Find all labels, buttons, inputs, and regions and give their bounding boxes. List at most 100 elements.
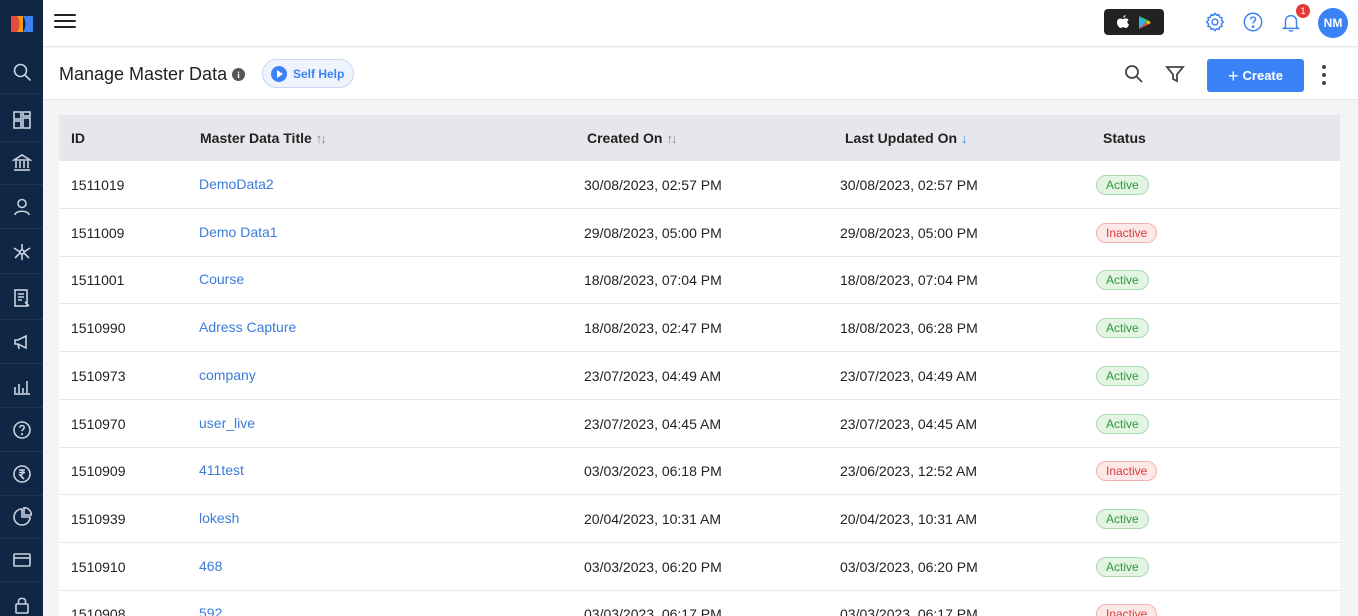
- cell-created-on: 29/08/2023, 05:00 PM: [584, 224, 722, 241]
- lock-icon: [14, 597, 29, 614]
- document-list-icon: [13, 288, 30, 307]
- cell-last-updated-on: 03/03/2023, 06:17 PM: [840, 606, 978, 616]
- filter-icon[interactable]: [1165, 64, 1185, 84]
- sidebar-item-bank[interactable]: [0, 141, 43, 185]
- cell-id: 1510970: [71, 415, 126, 432]
- table-row[interactable]: 1511001 Course 18/08/2023, 07:04 PM 18/08/2…: [59, 256, 1340, 305]
- status-badge: Active: [1096, 365, 1149, 386]
- cell-last-updated-on: 03/03/2023, 06:20 PM: [840, 558, 978, 575]
- info-icon[interactable]: i: [232, 68, 245, 81]
- cell-title-link[interactable]: user_live: [199, 415, 255, 431]
- status-badge: Inactive: [1096, 604, 1158, 616]
- column-header-updated[interactable]: Last Updated On ↓: [845, 130, 968, 146]
- cell-title-link[interactable]: 468: [199, 558, 222, 574]
- sidebar-item-document-list[interactable]: [0, 276, 43, 320]
- analytics-icon: [13, 380, 30, 395]
- sidebar-item-megaphone[interactable]: [0, 320, 43, 364]
- cell-id: 1510910: [71, 558, 126, 575]
- cell-id: 1510908: [71, 606, 126, 616]
- status-badge: Inactive: [1096, 222, 1158, 243]
- cell-title-link[interactable]: lokesh: [199, 510, 239, 526]
- sidebar-item-lock[interactable]: [0, 583, 43, 616]
- cell-last-updated-on: 29/08/2023, 05:00 PM: [840, 224, 978, 241]
- play-icon: [271, 65, 287, 82]
- user-icon: [13, 198, 30, 215]
- sidebar-item-user[interactable]: [0, 185, 43, 229]
- sidebar-item-card[interactable]: [0, 538, 43, 582]
- user-avatar[interactable]: NM: [1318, 8, 1348, 38]
- cell-id: 1510939: [71, 510, 126, 527]
- cell-title-link[interactable]: Demo Data1: [199, 224, 278, 240]
- sort-icon[interactable]: ↑↓: [316, 131, 327, 146]
- sidebar-item-dashboard[interactable]: [0, 98, 43, 142]
- megaphone-icon: [13, 334, 27, 349]
- card-icon: [12, 552, 31, 567]
- master-data-table: ID Master Data Title ↑↓ Created On ↑↓ La…: [59, 115, 1340, 616]
- status-badge: Active: [1096, 318, 1149, 339]
- column-header-id: ID: [71, 130, 85, 146]
- sidebar-item-search[interactable]: [0, 50, 43, 94]
- cell-title-link[interactable]: company: [199, 367, 256, 383]
- sidebar-item-network[interactable]: [0, 230, 43, 274]
- cell-created-on: 20/04/2023, 10:31 AM: [584, 510, 721, 527]
- table-row[interactable]: 1510910 468 03/03/2023, 06:20 PM 03/03/2023…: [59, 543, 1340, 591]
- page-title: Manage Master Data: [59, 64, 228, 84]
- cell-title-link[interactable]: 411test: [199, 462, 244, 478]
- cell-id: 1510990: [71, 320, 126, 337]
- cell-title-link[interactable]: Adress Capture: [199, 319, 296, 335]
- sort-descending-icon[interactable]: ↓: [961, 131, 968, 146]
- status-badge: Inactive: [1096, 461, 1158, 482]
- status-badge: Active: [1096, 556, 1149, 577]
- sidebar: [0, 0, 43, 616]
- status-badge: Active: [1096, 413, 1149, 434]
- table-header: ID Master Data Title ↑↓ Created On ↑↓ La…: [59, 115, 1340, 161]
- cell-title-link[interactable]: 592: [199, 605, 222, 616]
- column-header-status: Status: [1103, 130, 1146, 146]
- cell-last-updated-on: 30/08/2023, 02:57 PM: [840, 177, 978, 193]
- sidebar-item-help[interactable]: [0, 408, 43, 452]
- column-header-created[interactable]: Created On ↑↓: [587, 130, 677, 146]
- help-circle-icon[interactable]: [1242, 11, 1264, 33]
- table-row[interactable]: 1511019 DemoData2 30/08/2023, 02:57 PM 30/0…: [59, 161, 1340, 209]
- app-logo[interactable]: [0, 0, 43, 47]
- self-help-button[interactable]: Self Help: [262, 59, 354, 88]
- status-badge: Active: [1096, 508, 1149, 529]
- cell-created-on: 03/03/2023, 06:18 PM: [584, 463, 722, 480]
- settings-gear-icon[interactable]: [1204, 11, 1226, 33]
- more-options-icon[interactable]: [1321, 65, 1327, 85]
- status-badge: Active: [1096, 270, 1149, 291]
- table-row[interactable]: 1510973 company 23/07/2023, 04:49 AM 23/07/…: [59, 352, 1340, 400]
- cell-created-on: 18/08/2023, 07:04 PM: [584, 272, 722, 289]
- help-icon: [12, 420, 31, 439]
- search-icon[interactable]: [1124, 64, 1144, 84]
- column-header-created-label: Created On: [587, 130, 663, 146]
- table-row[interactable]: 1511009 Demo Data1 29/08/2023, 05:00 PM 29/…: [59, 209, 1340, 257]
- table-row[interactable]: 1510970 user_live 23/07/2023, 04:45 AM 23/0…: [59, 400, 1340, 448]
- sidebar-item-rupee[interactable]: [0, 452, 43, 496]
- sort-icon[interactable]: ↑↓: [666, 131, 677, 146]
- menu-toggle-icon[interactable]: [54, 14, 76, 32]
- cell-id: 1510973: [71, 367, 126, 384]
- cell-title-link[interactable]: Course: [199, 271, 244, 287]
- create-button[interactable]: + Create: [1207, 59, 1304, 92]
- column-header-title[interactable]: Master Data Title ↑↓: [200, 130, 327, 146]
- sidebar-item-analytics[interactable]: [0, 364, 43, 408]
- table-row[interactable]: 1510990 Adress Capture 18/08/2023, 02:47 P…: [59, 304, 1340, 353]
- app-store-button[interactable]: [1104, 9, 1164, 35]
- page-header: Manage Master Data i Self Help + Create: [43, 48, 1358, 100]
- plus-icon: +: [1228, 65, 1239, 86]
- status-badge: Active: [1096, 175, 1149, 195]
- self-help-label: Self Help: [293, 66, 345, 81]
- cell-created-on: 23/07/2023, 04:49 AM: [584, 367, 721, 384]
- table-row[interactable]: 1510939 lokesh 20/04/2023, 10:31 AM 20/04/2…: [59, 495, 1340, 543]
- column-header-title-label: Master Data Title: [200, 130, 312, 146]
- cell-title-link[interactable]: DemoData2: [199, 176, 274, 192]
- cell-id: 1511019: [71, 177, 125, 193]
- table-row[interactable]: 1510909 411test 03/03/2023, 06:18 PM 23/06/…: [59, 447, 1340, 496]
- table-row[interactable]: 1510908 592 03/03/2023, 06:17 PM 03/03/2023…: [59, 590, 1340, 616]
- cell-created-on: 23/07/2023, 04:45 AM: [584, 415, 721, 432]
- sidebar-item-pie-chart[interactable]: [0, 495, 43, 539]
- dashboard-icon: [12, 110, 31, 129]
- top-bar: 1 NM: [43, 0, 1358, 47]
- network-icon: [13, 243, 30, 260]
